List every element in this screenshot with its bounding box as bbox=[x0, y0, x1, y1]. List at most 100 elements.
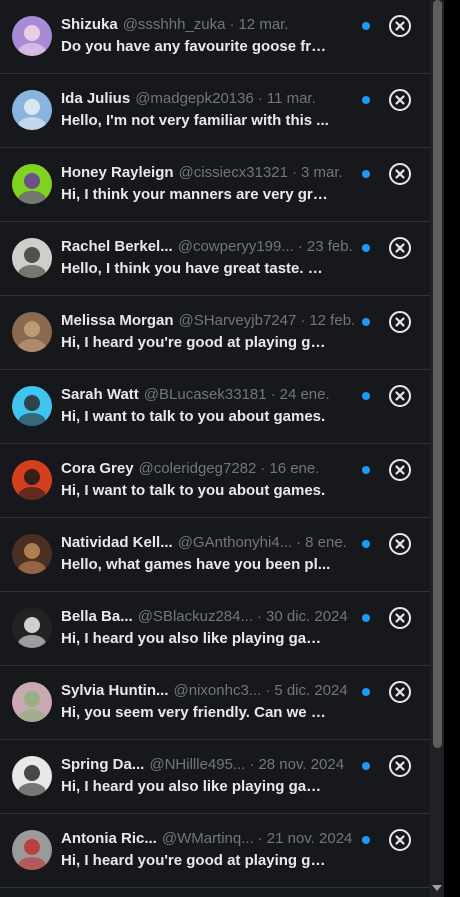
separator: · bbox=[297, 238, 303, 255]
separator: · bbox=[257, 608, 262, 625]
unread-dot-icon bbox=[362, 614, 370, 622]
message-date: 3 mar. bbox=[300, 164, 343, 181]
conversation-list: Shizuka @ssshhh_zuka · 12 mar. Do you have … bbox=[0, 0, 430, 897]
conversation-row[interactable]: Ida Julius @madgepk20136 · 11 mar. Hello, I… bbox=[0, 74, 430, 148]
sender-handle: @ssshhh_zuka bbox=[122, 16, 226, 33]
conversation-header: Shizuka @ssshhh_zuka · 12 mar. bbox=[61, 16, 289, 34]
message-preview: Hi, I heard you also like playing gam... bbox=[61, 630, 331, 647]
sender-handle: @madgepk20136 bbox=[135, 90, 254, 107]
sender-name[interactable]: Rachel Berkel... bbox=[61, 238, 173, 255]
close-circle-icon[interactable] bbox=[388, 14, 412, 38]
conversation-row[interactable]: Cora Grey @coleridgeg7282 · 16 ene. Hi, I w… bbox=[0, 444, 430, 518]
avatar[interactable] bbox=[12, 608, 52, 648]
separator: · bbox=[296, 534, 302, 551]
avatar[interactable] bbox=[12, 238, 52, 278]
message-preview: Hello, I'm not very familiar with this .… bbox=[61, 112, 329, 129]
close-circle-icon[interactable] bbox=[388, 162, 412, 186]
sender-handle: @cowperyy199... bbox=[177, 238, 294, 255]
conversation-header: Natividad Kell... @GAnthonyhi4... · 8 ene. bbox=[61, 534, 347, 552]
sender-name[interactable]: Sylvia Huntin... bbox=[61, 682, 169, 699]
unread-dot-icon bbox=[362, 22, 370, 30]
scrollbar-thumb[interactable] bbox=[433, 0, 442, 748]
conversation-row[interactable]: Shizuka @ssshhh_zuka · 12 mar. Do you have … bbox=[0, 0, 430, 74]
unread-dot-icon bbox=[362, 392, 370, 400]
sender-handle: @cissiecx31321 bbox=[178, 164, 288, 181]
message-preview: Hello, what games have you been pl... bbox=[61, 556, 331, 573]
conversation-row[interactable]: Melissa Morgan @SHarveyjb7247 · 12 feb. Hi,… bbox=[0, 296, 430, 370]
conversation-row[interactable]: Honey Rayleign @cissiecx31321 · 3 mar. Hi, … bbox=[0, 148, 430, 222]
unread-dot-icon bbox=[362, 244, 370, 252]
avatar[interactable] bbox=[12, 312, 52, 352]
scroll-down-arrow-icon[interactable] bbox=[432, 885, 442, 891]
separator: · bbox=[265, 682, 271, 699]
message-date: 16 ene. bbox=[269, 460, 320, 477]
message-preview: Hi, you seem very friendly. Can we b... bbox=[61, 704, 331, 721]
message-preview: Hello, I think you have great taste. C..… bbox=[61, 260, 331, 277]
sender-name[interactable]: Antonia Ric... bbox=[61, 830, 157, 847]
sender-name[interactable]: Sarah Watt bbox=[61, 386, 139, 403]
close-circle-icon[interactable] bbox=[388, 680, 412, 704]
avatar[interactable] bbox=[12, 164, 52, 204]
message-date: 30 dic. 2024 bbox=[266, 608, 348, 625]
message-preview: Hi, I heard you're good at playing ga... bbox=[61, 852, 331, 869]
sender-handle: @BLucasek33181 bbox=[143, 386, 267, 403]
avatar[interactable] bbox=[12, 682, 52, 722]
message-preview: Hi, I think your manners are very gra... bbox=[61, 186, 331, 203]
avatar[interactable] bbox=[12, 756, 52, 796]
conversation-header: Sylvia Huntin... @nixonhc3... · 5 dic. 2024 bbox=[61, 682, 348, 700]
unread-dot-icon bbox=[362, 688, 370, 696]
close-circle-icon[interactable] bbox=[388, 754, 412, 778]
sender-name[interactable]: Shizuka bbox=[61, 16, 118, 33]
close-circle-icon[interactable] bbox=[388, 310, 412, 334]
close-circle-icon[interactable] bbox=[388, 458, 412, 482]
close-circle-icon[interactable] bbox=[388, 532, 412, 556]
close-circle-icon[interactable] bbox=[388, 236, 412, 260]
separator: · bbox=[257, 830, 263, 847]
sender-handle: @coleridgeg7282 bbox=[138, 460, 257, 477]
sender-name[interactable]: Melissa Morgan bbox=[61, 312, 174, 329]
conversation-header: Cora Grey @coleridgeg7282 · 16 ene. bbox=[61, 460, 319, 478]
conversation-header: Melissa Morgan @SHarveyjb7247 · 12 feb. bbox=[61, 312, 355, 330]
avatar[interactable] bbox=[12, 90, 52, 130]
message-preview: Do you have any favourite goose fro... bbox=[61, 38, 331, 55]
sender-name[interactable]: Spring Da... bbox=[61, 756, 144, 773]
close-circle-icon[interactable] bbox=[388, 88, 412, 112]
close-circle-icon[interactable] bbox=[388, 606, 412, 630]
conversation-row[interactable]: Spring Da... @NHillle495... · 28 nov. 2024 … bbox=[0, 740, 430, 814]
sender-name[interactable]: Bella Ba... bbox=[61, 608, 133, 625]
sender-handle: @WMartinq... bbox=[161, 830, 254, 847]
message-preview: Hi, I want to talk to you about games. bbox=[61, 482, 326, 499]
sender-handle: @SBlackuz284... bbox=[137, 608, 253, 625]
message-date: 12 feb. bbox=[309, 312, 356, 329]
conversation-row[interactable]: Rachel Berkel... @cowperyy199... · 23 feb. … bbox=[0, 222, 430, 296]
avatar[interactable] bbox=[12, 16, 52, 56]
sender-name[interactable]: Honey Rayleign bbox=[61, 164, 174, 181]
message-date: 11 mar. bbox=[266, 90, 316, 107]
avatar[interactable] bbox=[12, 386, 52, 426]
unread-dot-icon bbox=[362, 318, 370, 326]
conversation-row[interactable]: Natividad Kell... @GAnthonyhi4... · 8 ene. … bbox=[0, 518, 430, 592]
avatar[interactable] bbox=[12, 534, 52, 574]
close-circle-icon[interactable] bbox=[388, 384, 412, 408]
close-circle-icon[interactable] bbox=[388, 828, 412, 852]
message-date: 5 dic. 2024 bbox=[274, 682, 348, 699]
separator: · bbox=[300, 312, 306, 329]
sender-name[interactable]: Natividad Kell... bbox=[61, 534, 173, 551]
conversation-header: Antonia Ric... @WMartinq... · 21 nov. 2024 bbox=[61, 830, 352, 848]
sender-name[interactable]: Ida Julius bbox=[61, 90, 130, 107]
sender-name[interactable]: Cora Grey bbox=[61, 460, 134, 477]
sender-handle: @SHarveyjb7247 bbox=[178, 312, 297, 329]
message-date: 21 nov. 2024 bbox=[266, 830, 353, 847]
conversation-row[interactable]: Sarah Watt @BLucasek33181 · 24 ene. Hi, I w… bbox=[0, 370, 430, 444]
conversation-row[interactable]: Bella Ba... @SBlackuz284... · 30 dic. 2024 … bbox=[0, 592, 430, 666]
conversation-row[interactable]: Sylvia Huntin... @nixonhc3... · 5 dic. 2024… bbox=[0, 666, 430, 740]
message-preview: Hi, I want to talk to you about games. bbox=[61, 408, 326, 425]
conversation-row[interactable]: Antonia Ric... @WMartinq... · 21 nov. 2024 … bbox=[0, 814, 430, 888]
separator: · bbox=[260, 460, 266, 477]
avatar[interactable] bbox=[12, 830, 52, 870]
sender-handle: @GAnthonyhi4... bbox=[177, 534, 293, 551]
unread-dot-icon bbox=[362, 762, 370, 770]
sender-handle: @nixonhc3... bbox=[173, 682, 262, 699]
avatar[interactable] bbox=[12, 460, 52, 500]
message-date: 8 ene. bbox=[305, 534, 347, 551]
